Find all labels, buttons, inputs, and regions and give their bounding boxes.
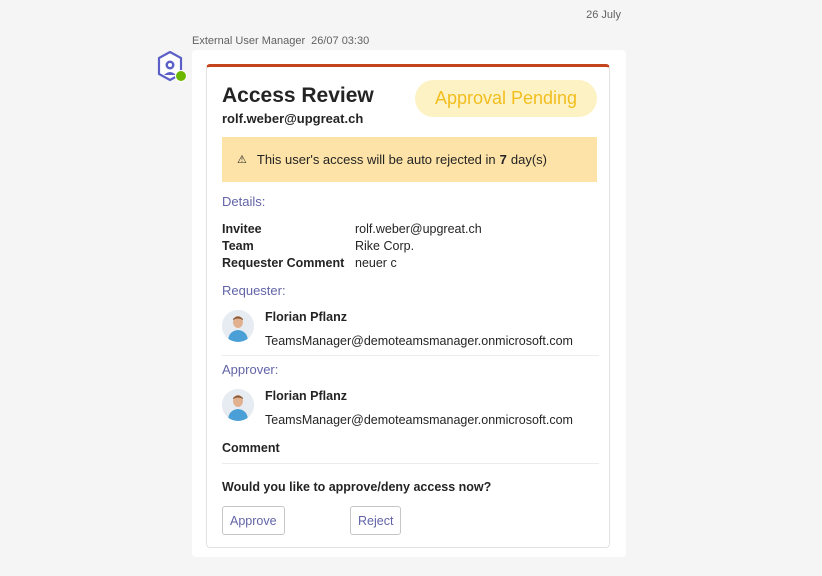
requester-person: Florian Pflanz TeamsManager@demoteamsman… xyxy=(222,310,599,350)
approve-button[interactable]: Approve xyxy=(222,506,285,535)
sender-name: External User Manager xyxy=(192,35,306,47)
requester-name: Florian Pflanz xyxy=(265,310,347,324)
approver-avatar xyxy=(222,389,254,421)
approver-person: Florian Pflanz TeamsManager@demoteamsman… xyxy=(222,389,599,429)
requester-label: Requester: xyxy=(222,283,286,298)
approver-label: Approver: xyxy=(222,362,279,377)
card-subtitle: rolf.weber@upgreat.ch xyxy=(222,111,364,126)
divider xyxy=(222,355,599,356)
warning-icon: ⚠ xyxy=(237,154,247,166)
person-photo-icon xyxy=(222,389,254,421)
detail-key: Invitee xyxy=(222,222,262,236)
message-bubble: Access Review rolf.weber@upgreat.ch Appr… xyxy=(192,50,626,557)
message-meta: External User Manager 26/07 03:30 xyxy=(192,35,369,47)
detail-value: rolf.weber@upgreat.ch xyxy=(355,222,482,236)
warning-text-before: This user's access will be auto rejected… xyxy=(256,152,496,167)
warning-days: 7 xyxy=(499,152,507,167)
detail-row-requester-comment: Requester Comment neuer c xyxy=(222,255,482,272)
access-review-card: Access Review rolf.weber@upgreat.ch Appr… xyxy=(206,64,610,548)
person-photo-icon xyxy=(222,310,254,342)
detail-key: Requester Comment xyxy=(222,256,345,270)
bot-avatar-icon[interactable] xyxy=(155,50,187,83)
presence-available-icon xyxy=(175,70,187,82)
comment-label: Comment xyxy=(222,441,280,455)
details-label: Details: xyxy=(222,194,266,209)
warning-text-after: day(s) xyxy=(510,152,547,167)
detail-key: Team xyxy=(222,239,254,253)
approval-question: Would you like to approve/deny access no… xyxy=(222,480,492,494)
requester-avatar xyxy=(222,310,254,342)
status-badge: Approval Pending xyxy=(415,80,597,117)
warning-banner: ⚠ This user's access will be auto reject… xyxy=(222,137,597,182)
detail-row-team: Team Rike Corp. xyxy=(222,238,482,255)
requester-email: TeamsManager@demoteamsmanager.onmicrosof… xyxy=(265,334,573,348)
details-grid: Invitee rolf.weber@upgreat.ch Team Rike … xyxy=(222,221,482,272)
chat-page: 26 July External User Manager 26/07 03:30… xyxy=(0,0,822,576)
detail-value: neuer c xyxy=(355,256,397,270)
detail-value: Rike Corp. xyxy=(355,239,415,253)
reject-button[interactable]: Reject xyxy=(350,506,402,535)
detail-row-invitee: Invitee rolf.weber@upgreat.ch xyxy=(222,221,482,238)
message-timestamp: 26/07 03:30 xyxy=(311,35,370,47)
card-title: Access Review xyxy=(222,84,374,107)
approver-name: Florian Pflanz xyxy=(265,389,347,403)
approver-email: TeamsManager@demoteamsmanager.onmicrosof… xyxy=(265,413,573,427)
date-divider: 26 July xyxy=(586,9,621,21)
divider xyxy=(222,463,599,464)
